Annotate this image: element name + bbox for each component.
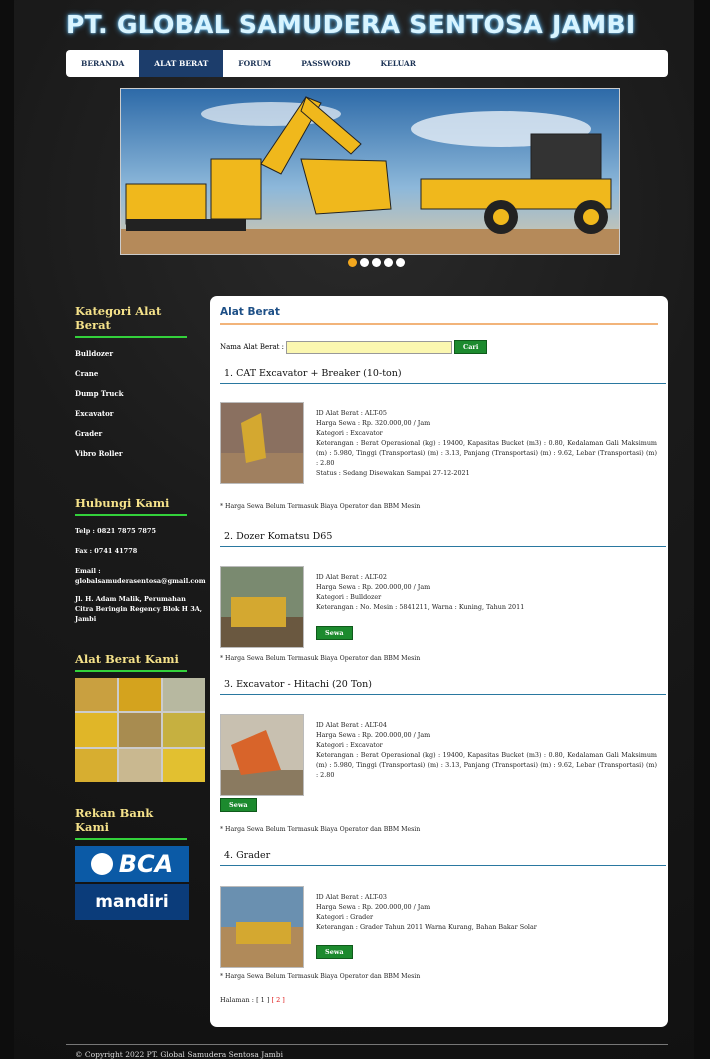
item-heading: 2. Dozer Komatsu D65 bbox=[220, 531, 666, 547]
item-keterangan: Keterangan : Grader Tahun 2011 Warna Kur… bbox=[316, 923, 537, 931]
item-thumbnail bbox=[220, 402, 304, 484]
pagination-page-2[interactable]: [ 2 ] bbox=[271, 996, 284, 1004]
bca-emblem-icon bbox=[90, 853, 113, 875]
main-nav: BERANDA ALAT BERAT FORUM PASSWORD KELUAR bbox=[66, 50, 668, 77]
slider-dots bbox=[348, 258, 405, 267]
alat-berat-kami-heading: Alat Berat Kami bbox=[75, 652, 187, 672]
item-id: ID Alat Berat : ALT-03 bbox=[316, 893, 387, 901]
item-note: * Harga Sewa Belum Termasuk Biaya Operat… bbox=[220, 655, 421, 662]
item-heading: 1. CAT Excavator + Breaker (10-ton) bbox=[220, 368, 666, 384]
nav-keluar[interactable]: KELUAR bbox=[366, 50, 431, 77]
item-detail: ID Alat Berat : ALT-05 Harga Sewa : Rp. … bbox=[316, 408, 657, 478]
slider-dot[interactable] bbox=[396, 258, 405, 267]
item-harga: Harga Sewa : Rp. 200.000,00 / Jam bbox=[316, 583, 431, 591]
item-thumbnail bbox=[220, 566, 304, 648]
item-detail: ID Alat Berat : ALT-04 Harga Sewa : Rp. … bbox=[316, 720, 657, 780]
item-id: ID Alat Berat : ALT-04 bbox=[316, 721, 387, 729]
alat-berat-collage bbox=[75, 678, 205, 782]
kontak-email-label: Email : bbox=[75, 567, 101, 575]
item-id: ID Alat Berat : ALT-05 bbox=[316, 409, 387, 417]
item-id: ID Alat Berat : ALT-02 bbox=[316, 573, 387, 581]
sidebar: Kategori Alat Berat Bulldozer Crane Dump… bbox=[75, 304, 206, 920]
sewa-button[interactable]: Sewa bbox=[316, 945, 353, 959]
item-note: * Harga Sewa Belum Termasuk Biaya Operat… bbox=[220, 973, 421, 980]
search-label: Nama Alat Berat : bbox=[220, 343, 285, 351]
pagination-page-1: [ 1 ] bbox=[256, 996, 270, 1004]
item-kategori: Kategori : Excavator bbox=[316, 741, 383, 749]
site-title: PT. GLOBAL SAMUDERA SENTOSA JAMBI bbox=[66, 10, 636, 39]
slider-dot[interactable] bbox=[372, 258, 381, 267]
footer-copyright: © Copyright 2022 PT. Global Samudera Sen… bbox=[75, 1050, 283, 1059]
item-note: * Harga Sewa Belum Termasuk Biaya Operat… bbox=[220, 826, 421, 833]
search-input[interactable] bbox=[286, 340, 453, 354]
item-heading: 3. Excavator - Hitachi (20 Ton) bbox=[220, 679, 666, 695]
kontak-heading: Hubungi Kami bbox=[75, 496, 187, 516]
item-heading: 4. Grader bbox=[220, 850, 666, 866]
search-button[interactable]: Cari bbox=[454, 340, 488, 354]
kontak-telp: Telp : 0821 7875 7875 bbox=[75, 527, 156, 535]
bank-logos: BCA mandiri bbox=[75, 846, 189, 920]
pagination: Halaman : [ 1 ] [ 2 ] bbox=[220, 996, 285, 1004]
item-note: * Harga Sewa Belum Termasuk Biaya Operat… bbox=[220, 503, 421, 510]
banner-image bbox=[120, 88, 620, 255]
nav-password[interactable]: PASSWORD bbox=[286, 50, 365, 77]
kategori-excavator[interactable]: Excavator bbox=[75, 404, 205, 424]
bca-logo: BCA bbox=[75, 846, 189, 882]
kontak-alamat: Jl. H. Adam Malik, Perumahan Citra Berin… bbox=[75, 595, 203, 623]
nav-alat-berat[interactable]: ALAT BERAT bbox=[139, 50, 224, 77]
item-detail: ID Alat Berat : ALT-03 Harga Sewa : Rp. … bbox=[316, 892, 657, 932]
slider-dot[interactable] bbox=[384, 258, 393, 267]
rekan-bank-heading: Rekan Bank Kami bbox=[75, 806, 187, 840]
pagination-label: Halaman : bbox=[220, 996, 254, 1004]
kategori-crane[interactable]: Crane bbox=[75, 364, 205, 384]
nav-forum[interactable]: FORUM bbox=[223, 50, 286, 77]
item-status: Status : Sedang Disewakan Sampai 27-12-2… bbox=[316, 469, 470, 477]
kategori-grader[interactable]: Grader bbox=[75, 424, 205, 444]
kategori-bulldozer[interactable]: Bulldozer bbox=[75, 344, 205, 364]
item-kategori: Kategori : Grader bbox=[316, 913, 374, 921]
item-thumbnail bbox=[220, 886, 304, 968]
item-harga: Harga Sewa : Rp. 320.000,00 / Jam bbox=[316, 419, 431, 427]
slider-dot[interactable] bbox=[348, 258, 357, 267]
item-detail: ID Alat Berat : ALT-02 Harga Sewa : Rp. … bbox=[316, 572, 657, 612]
kontak-fax: Fax : 0741 41778 bbox=[75, 547, 138, 555]
item-kategori: Kategori : Bulldozer bbox=[316, 593, 382, 601]
sewa-button[interactable]: Sewa bbox=[220, 798, 257, 812]
kategori-dump-truck[interactable]: Dump Truck bbox=[75, 384, 205, 404]
sewa-button[interactable]: Sewa bbox=[316, 626, 353, 640]
main-content: Alat Berat Nama Alat Berat : Cari 1. CAT… bbox=[210, 296, 668, 1027]
item-keterangan: Keterangan : Berat Operasional (kg) : 19… bbox=[316, 751, 657, 779]
item-keterangan: Keterangan : No. Mesin : 5841211, Warna … bbox=[316, 603, 525, 611]
item-thumbnail bbox=[220, 714, 304, 796]
slider-dot[interactable] bbox=[360, 258, 369, 267]
search-form: Nama Alat Berat : Cari bbox=[220, 340, 488, 354]
item-harga: Harga Sewa : Rp. 200.000,00 / Jam bbox=[316, 903, 431, 911]
kategori-vibro-roller[interactable]: Vibro Roller bbox=[75, 444, 205, 464]
item-harga: Harga Sewa : Rp. 200.000,00 / Jam bbox=[316, 731, 431, 739]
item-kategori: Kategori : Excavator bbox=[316, 429, 383, 437]
nav-beranda[interactable]: BERANDA bbox=[66, 50, 139, 77]
mandiri-logo: mandiri bbox=[75, 884, 189, 920]
kategori-list: Bulldozer Crane Dump Truck Excavator Gra… bbox=[75, 344, 205, 464]
item-keterangan: Keterangan : Berat Operasional (kg) : 19… bbox=[316, 439, 657, 467]
kontak-email[interactable]: globalsamuderasentosa@gmail.com bbox=[75, 576, 206, 586]
kategori-heading: Kategori Alat Berat bbox=[75, 304, 187, 338]
footer-divider bbox=[66, 1044, 668, 1045]
page-title: Alat Berat bbox=[220, 306, 658, 325]
